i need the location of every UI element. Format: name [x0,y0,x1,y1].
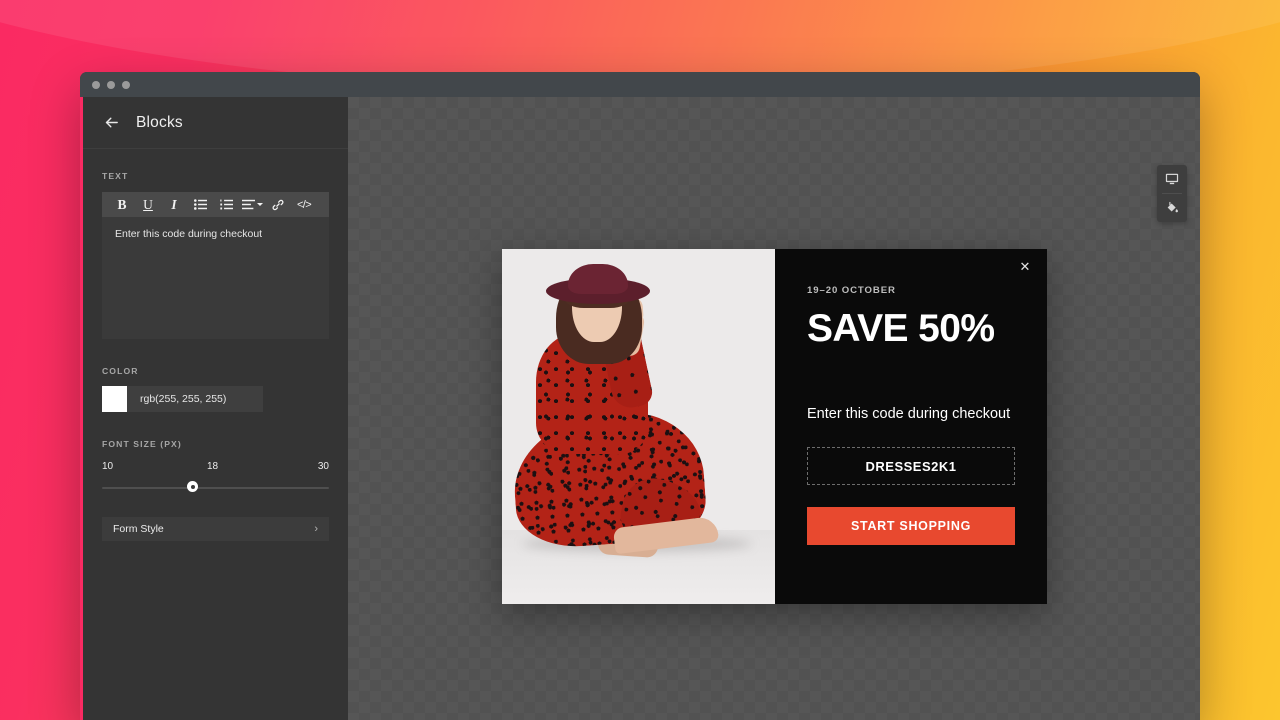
color-value-input[interactable]: rgb(255, 255, 255) [127,386,263,412]
ordered-list-icon[interactable] [213,192,239,217]
photo-hat-crown [568,264,628,294]
link-icon[interactable] [265,192,291,217]
paint-bucket-icon[interactable] [1157,194,1187,222]
canvas-tool-rail [1157,165,1187,222]
popup-subtext: Enter this code during checkout [807,406,1011,422]
popup-content-panel: ✕ 19–20 OCTOBER SAVE 50% Enter this code… [775,249,1047,604]
browser-window: Blocks TEXT B U I </> Enter this code du… [80,72,1200,720]
color-section-label: COLOR [102,366,139,376]
unordered-list-icon[interactable] [187,192,213,217]
design-canvas[interactable]: ✕ 19–20 OCTOBER SAVE 50% Enter this code… [348,97,1200,720]
slider-thumb[interactable] [187,481,199,492]
window-dot-minimize[interactable] [107,80,115,89]
text-editor-input[interactable]: Enter this code during checkout [102,217,329,339]
font-size-current: 18 [206,461,219,472]
start-shopping-button[interactable]: START SHOPPING [807,507,1015,545]
form-style-label: Form Style [113,523,164,535]
page-title: Blocks [136,113,183,131]
italic-icon[interactable]: I [161,192,187,217]
sidebar-header: Blocks [83,97,348,149]
window-dot-close[interactable] [92,80,100,89]
underline-icon[interactable]: U [135,192,161,217]
code-icon[interactable]: </> [291,192,317,217]
font-size-section-label: FONT SIZE (PX) [102,439,182,449]
window-body: Blocks TEXT B U I </> Enter this code du… [80,97,1200,720]
popup-headline: SAVE 50% [807,307,995,350]
form-style-row[interactable]: Form Style › [102,517,329,541]
coupon-code-box[interactable]: DRESSES2K1 [807,447,1015,485]
color-picker-row: rgb(255, 255, 255) [102,386,263,412]
color-swatch[interactable] [102,386,127,412]
editor-sidebar: Blocks TEXT B U I </> Enter this code du… [83,97,348,720]
font-size-scale: 10 18 30 [102,461,329,472]
window-titlebar [80,72,1200,97]
chevron-right-icon: › [314,523,318,535]
window-dot-maximize[interactable] [122,80,130,89]
close-icon[interactable]: ✕ [1016,258,1034,276]
popup-image [502,249,775,604]
font-size-max: 30 [317,461,329,472]
sidebar-content: TEXT B U I </> Enter this code during ch… [83,149,348,541]
slider-track [102,487,329,489]
photo-shoe-right [680,524,744,561]
arrow-left-icon[interactable] [103,114,120,131]
rich-text-toolbar: B U I </> [102,192,329,217]
desktop-icon[interactable] [1157,165,1187,193]
text-section-label: TEXT [102,171,129,181]
bold-icon[interactable]: B [109,192,135,217]
chevron-down-icon [256,203,263,206]
font-size-slider[interactable] [102,481,329,495]
align-icon[interactable] [239,192,265,217]
font-size-min: 10 [102,461,114,472]
popup-kicker: 19–20 OCTOBER [807,285,896,296]
popup-preview: ✕ 19–20 OCTOBER SAVE 50% Enter this code… [502,249,1047,604]
